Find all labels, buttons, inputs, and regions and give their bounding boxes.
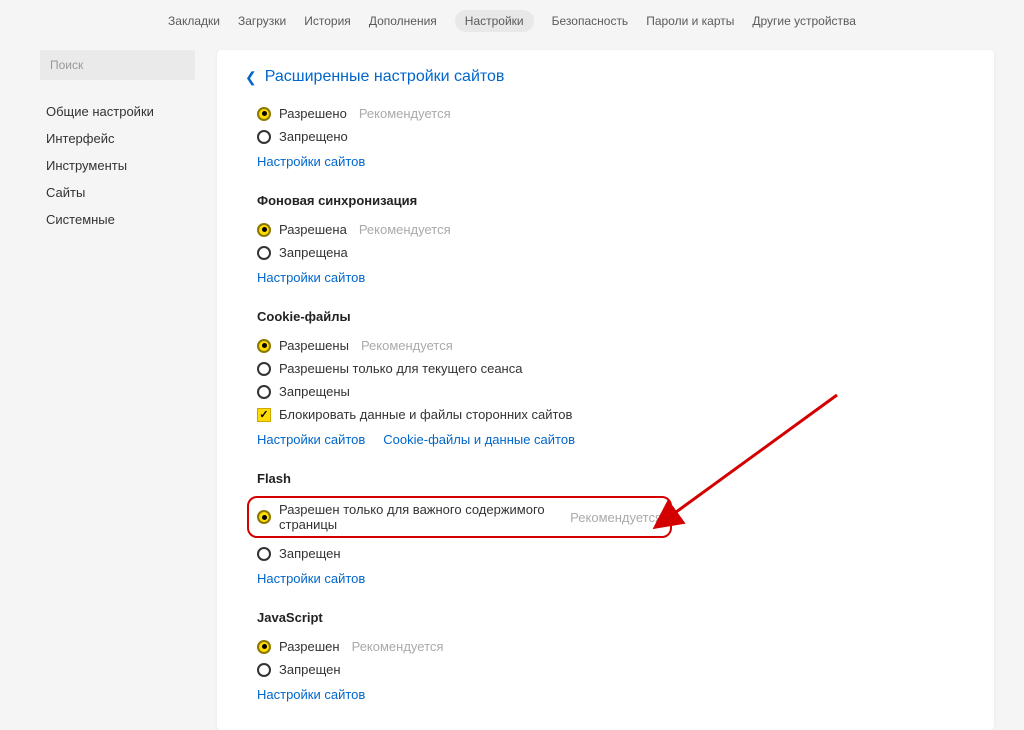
section-title: Cookie-файлы [257,309,966,324]
site-settings-link[interactable]: Настройки сайтов [257,154,365,169]
radio-icon[interactable] [257,547,271,561]
tab-downloads[interactable]: Загрузки [238,14,286,28]
option-label: Разрешен [279,639,340,654]
option-allowed[interactable]: Разрешена Рекомендуется [257,218,966,241]
recommended-hint: Рекомендуется [359,106,451,121]
sidebar-item-interface[interactable]: Интерфейс [40,125,195,152]
radio-icon[interactable] [257,510,271,524]
tab-addons[interactable]: Дополнения [369,14,437,28]
section-title: Flash [257,471,966,486]
option-label: Запрещена [279,245,348,260]
option-denied[interactable]: Запрещена [257,241,966,264]
sidebar-item-sites[interactable]: Сайты [40,179,195,206]
option-label: Запрещены [279,384,350,399]
tab-security[interactable]: Безопасность [552,14,629,28]
highlighted-option: Разрешен только для важного содержимого … [247,496,672,538]
radio-icon[interactable] [257,246,271,260]
option-block-third-party[interactable]: ✓ Блокировать данные и файлы сторонних с… [257,403,966,426]
radio-icon[interactable] [257,130,271,144]
tab-settings[interactable]: Настройки [455,10,534,32]
section-flash: Flash Разрешен только для важного содерж… [245,471,966,586]
option-label: Запрещен [279,546,341,561]
radio-icon[interactable] [257,663,271,677]
option-label: Разрешено [279,106,347,121]
option-label: Разрешены только для текущего сеанса [279,361,522,376]
search-input[interactable]: Поиск [40,50,195,80]
recommended-hint: Рекомендуется [359,222,451,237]
option-denied[interactable]: Запрещено [257,125,966,148]
option-allowed[interactable]: Разрешено Рекомендуется [257,102,966,125]
section-generic: Разрешено Рекомендуется Запрещено Настро… [245,102,966,169]
site-settings-link[interactable]: Настройки сайтов [257,432,365,447]
option-denied[interactable]: Запрещены [257,380,966,403]
option-label: Блокировать данные и файлы сторонних сай… [279,407,572,422]
option-allowed[interactable]: Разрешены Рекомендуется [257,334,966,357]
option-session-only[interactable]: Разрешены только для текущего сеанса [257,357,966,380]
cookie-data-link[interactable]: Cookie-файлы и данные сайтов [383,432,575,447]
section-title: Фоновая синхронизация [257,193,966,208]
main-panel: ❮ Расширенные настройки сайтов Разрешено… [217,50,994,730]
option-label: Разрешен только для важного содержимого … [279,502,558,532]
option-denied[interactable]: Запрещен [257,542,966,565]
section-background-sync: Фоновая синхронизация Разрешена Рекоменд… [245,193,966,285]
option-label: Запрещен [279,662,341,677]
main-header[interactable]: ❮ Расширенные настройки сайтов [245,68,966,86]
section-title: JavaScript [257,610,966,625]
option-allowed[interactable]: Разрешен Рекомендуется [257,635,966,658]
option-label: Разрешены [279,338,349,353]
section-javascript: JavaScript Разрешен Рекомендуется Запрещ… [245,610,966,702]
radio-icon[interactable] [257,107,271,121]
radio-icon[interactable] [257,385,271,399]
page-title: Расширенные настройки сайтов [265,68,505,86]
sidebar-item-general[interactable]: Общие настройки [40,98,195,125]
radio-icon[interactable] [257,362,271,376]
back-chevron-icon[interactable]: ❮ [245,69,257,86]
recommended-hint: Рекомендуется [352,639,444,654]
option-label: Запрещено [279,129,348,144]
sidebar: Поиск Общие настройки Интерфейс Инструме… [40,50,195,730]
option-label: Разрешена [279,222,347,237]
site-settings-link[interactable]: Настройки сайтов [257,270,365,285]
radio-icon[interactable] [257,339,271,353]
section-cookies: Cookie-файлы Разрешены Рекомендуется Раз… [245,309,966,447]
radio-icon[interactable] [257,640,271,654]
tab-devices[interactable]: Другие устройства [752,14,856,28]
tab-bookmarks[interactable]: Закладки [168,14,220,28]
tab-history[interactable]: История [304,14,351,28]
site-settings-link[interactable]: Настройки сайтов [257,571,365,586]
radio-icon[interactable] [257,223,271,237]
top-tabs: Закладки Загрузки История Дополнения Нас… [0,0,1024,40]
tab-passwords[interactable]: Пароли и карты [646,14,734,28]
recommended-hint: Рекомендуется [570,510,662,525]
option-denied[interactable]: Запрещен [257,658,966,681]
checkbox-icon[interactable]: ✓ [257,408,271,422]
sidebar-item-system[interactable]: Системные [40,206,195,233]
sidebar-item-tools[interactable]: Инструменты [40,152,195,179]
recommended-hint: Рекомендуется [361,338,453,353]
site-settings-link[interactable]: Настройки сайтов [257,687,365,702]
